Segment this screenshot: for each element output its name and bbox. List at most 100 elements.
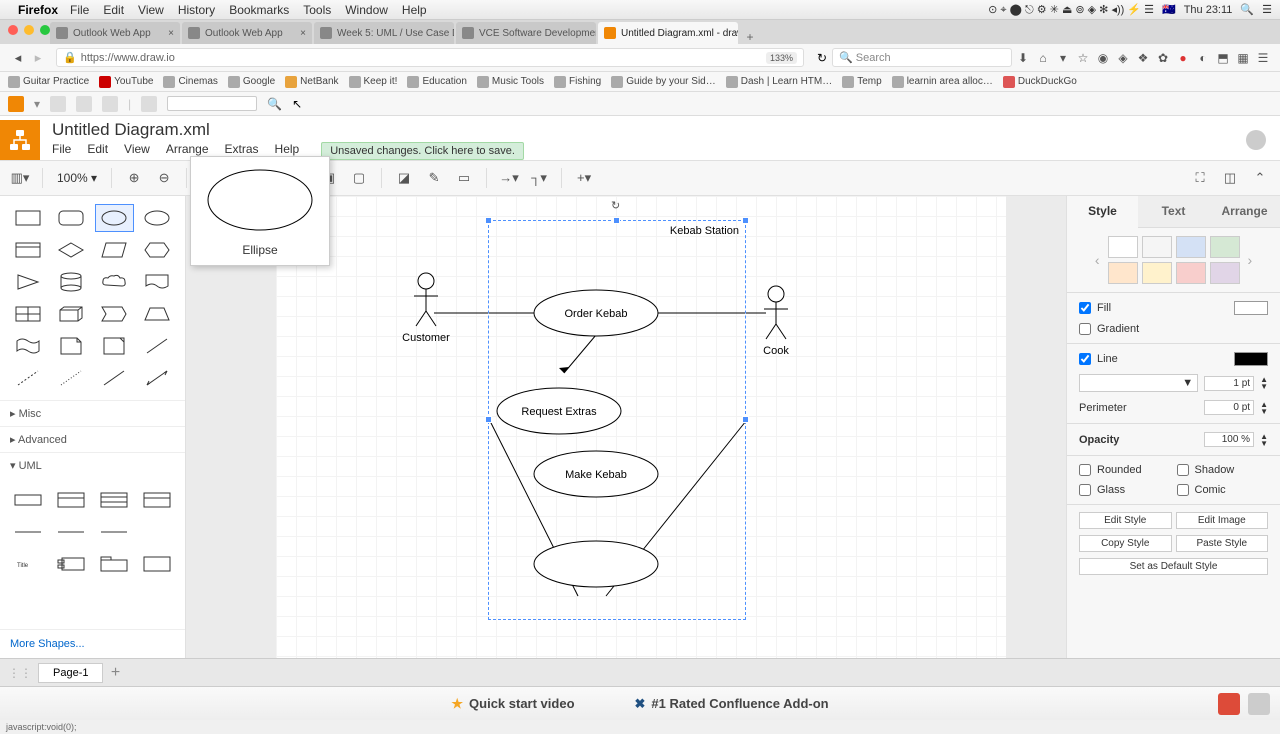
mac-menu-help[interactable]: Help [402,3,427,17]
style-swatch[interactable] [1176,262,1206,284]
uml-item2[interactable] [51,518,90,546]
uml-frame[interactable] [138,550,177,578]
line-style-select[interactable]: ▼ [1079,374,1198,392]
promo-quickstart[interactable]: ★ Quick start video [451,696,574,712]
more-shapes-link[interactable]: More Shapes... [0,629,185,658]
stepper-icon[interactable]: ▲▼ [1260,376,1268,390]
layout-button[interactable]: ▥▾ [8,166,32,190]
copy-style-button[interactable]: Copy Style [1079,535,1172,552]
fill-button[interactable]: ◪ [392,166,416,190]
ext-search-icon[interactable]: 🔍 [267,97,282,111]
mac-menu-bookmarks[interactable]: Bookmarks [229,3,289,17]
style-swatch[interactable] [1210,262,1240,284]
fill-checkbox[interactable] [1079,302,1091,314]
promo-confluence[interactable]: ✖ #1 Rated Confluence Add-on [635,696,829,712]
bookmark-item[interactable]: Google [228,76,275,88]
actor-cook[interactable] [764,286,788,339]
zoom-in-button[interactable]: ⊕ [122,166,146,190]
bookmark-item[interactable]: YouTube [99,76,153,88]
clock[interactable]: Thu 23:11 [1184,4,1233,16]
swatch-prev-icon[interactable]: ‹ [1091,252,1104,268]
drawio-logo-icon[interactable] [0,120,40,160]
ext2-icon[interactable]: ◈ [1114,51,1132,65]
menu-edit[interactable]: Edit [87,142,108,160]
menu-view[interactable]: View [124,142,150,160]
rotate-handle-icon[interactable]: ↻ [611,199,623,211]
bookmark-item[interactable]: Guide by your Sid… [611,76,716,88]
ext-btn-icon[interactable] [50,96,66,112]
ext6-icon[interactable]: ◐ [1194,51,1212,65]
stepper-icon[interactable]: ▲▼ [1260,433,1268,447]
uml-divider[interactable] [95,518,134,546]
close-icon[interactable]: × [300,28,306,39]
search-icon[interactable]: 🔍 [1240,3,1254,16]
fullscreen-button[interactable]: ⛶ [1188,166,1212,190]
format-panel-button[interactable]: ◫ [1218,166,1242,190]
drag-handle-icon[interactable]: ⋮⋮ [8,666,32,680]
tab-drawio[interactable]: Untitled Diagram.xml - draw.io× [598,22,738,44]
chat-icon[interactable] [1248,693,1270,715]
uml-interface[interactable] [138,486,177,514]
line-color-chip[interactable] [1234,352,1268,366]
uml-title[interactable]: Title [8,550,47,578]
search-input[interactable]: 🔍 Search [832,48,1012,67]
shape-tape[interactable] [8,332,47,360]
reload-button[interactable]: ↻ [812,51,832,65]
uml-package[interactable] [95,550,134,578]
paste-style-button[interactable]: Paste Style [1176,535,1269,552]
shadow-checkbox[interactable] [1177,464,1189,476]
shape-step[interactable] [95,300,134,328]
ext-cursor-icon[interactable]: ↖ [292,97,302,111]
tab-arrange[interactable]: Arrange [1209,196,1280,227]
zoom-window-icon[interactable] [40,25,50,35]
default-style-button[interactable]: Set as Default Style [1079,558,1268,575]
app-name[interactable]: Firefox [18,3,58,17]
uml-class[interactable] [51,486,90,514]
swatch-next-icon[interactable]: › [1244,252,1257,268]
shape-ellipse-outline[interactable] [138,204,177,232]
style-swatch[interactable] [1210,236,1240,258]
canvas-page[interactable]: Customer Cook Order Kebab Request Extra [276,196,1006,658]
ext3-icon[interactable]: ❖ [1134,51,1152,65]
tab-outlook-2[interactable]: Outlook Web App× [182,22,312,44]
shape-trapezoid[interactable] [138,300,177,328]
bookmark-item[interactable]: Guitar Practice [8,76,89,88]
ext-btn-icon[interactable] [102,96,118,112]
shape-table[interactable] [8,300,47,328]
bookmark-item[interactable]: Education [407,76,466,88]
add-page-button[interactable]: + [103,664,127,682]
save-banner[interactable]: Unsaved changes. Click here to save. [321,142,524,160]
back-button[interactable]: ◂ [8,50,28,66]
comic-checkbox[interactable] [1177,484,1189,496]
url-input[interactable]: 🔒 https://www.draw.io 133% [56,48,804,67]
mac-menu-history[interactable]: History [178,3,215,17]
shape-parallelogram[interactable] [95,236,134,264]
ext5-icon[interactable]: ● [1174,51,1192,65]
tab-week5[interactable]: Week 5: UML / Use Case Dia…× [314,22,454,44]
shape-card[interactable] [8,236,47,264]
shape-document[interactable] [138,268,177,296]
shape-line-dotted[interactable] [51,364,90,392]
shape-diamond[interactable] [51,236,90,264]
window-controls[interactable] [8,25,50,35]
line-color-button[interactable]: ✎ [422,166,446,190]
shape-cube[interactable] [51,300,90,328]
to-back-button[interactable]: ▢ [347,166,371,190]
style-swatch[interactable] [1142,262,1172,284]
waypoint-button[interactable]: ┐▾ [527,166,551,190]
forward-button[interactable]: ▸ [28,50,48,66]
gradient-checkbox[interactable] [1079,323,1091,335]
tab-style[interactable]: Style [1067,196,1138,228]
opacity-input[interactable]: 100 % [1204,432,1254,447]
shadow-button[interactable]: ▭ [452,166,476,190]
bookmark-item[interactable]: Music Tools [477,76,544,88]
menu-file[interactable]: File [52,142,71,160]
mac-menu-view[interactable]: View [138,3,164,17]
line-checkbox[interactable] [1079,353,1091,365]
section-advanced[interactable]: ▸ Advanced [0,426,185,452]
shape-line-dashed[interactable] [8,364,47,392]
shape-rounded-rect[interactable] [51,204,90,232]
language-icon[interactable] [1246,130,1266,150]
zoom-dropdown[interactable]: 100% ▾ [53,171,101,185]
edit-style-button[interactable]: Edit Style [1079,512,1172,529]
